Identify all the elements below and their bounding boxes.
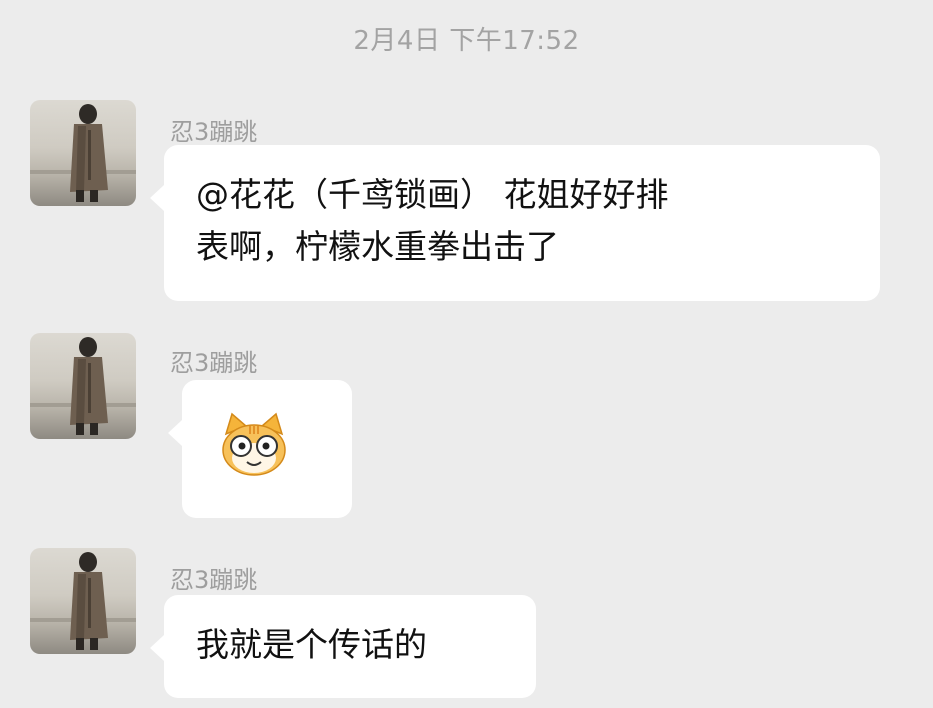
sender-name: 忍3蹦跳 [170,349,258,377]
sender-avatar[interactable] [30,548,136,654]
avatar-person-image [30,337,136,435]
chat-timestamp: 2月4日 下午17:52 [353,26,580,56]
avatar-person-image [30,552,136,650]
sender-avatar[interactable] [30,100,136,206]
cat-emoji-icon [220,412,288,478]
message-bubble[interactable]: @花花（千鸢锁画） 花姐好好排 表啊，柠檬水重拳出击了 [150,145,880,301]
avatar-person-image [30,104,136,202]
sender-name: 忍3蹦跳 [170,118,258,146]
sender-avatar[interactable] [30,333,136,439]
message-bubble[interactable]: 我就是个传话的 [150,595,536,698]
sender-name: 忍3蹦跳 [170,566,258,594]
message-text-line: 我就是个传话的 [196,625,427,664]
message-text-line: 表啊，柠檬水重拳出击了 [196,227,559,266]
sticker-bubble[interactable] [168,380,352,518]
message-text-line: @花花（千鸢锁画） 花姐好好排 [196,175,669,214]
